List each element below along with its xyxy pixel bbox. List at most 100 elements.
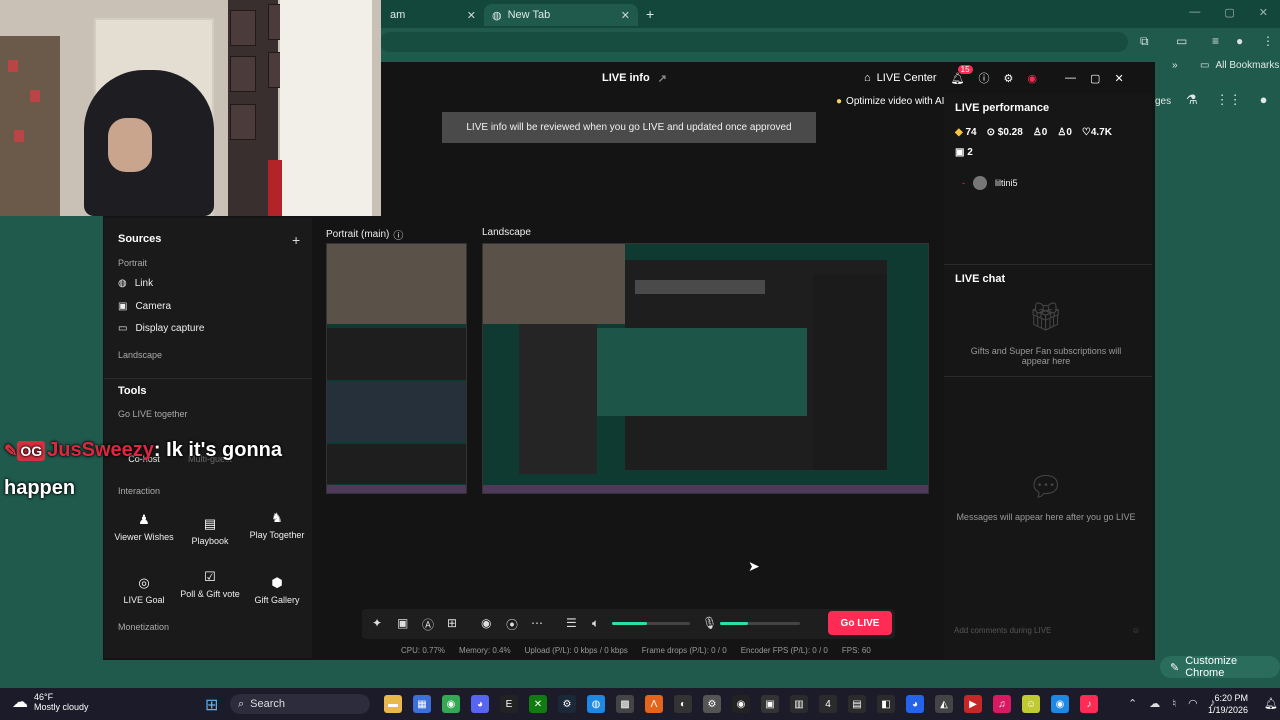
account-avatar[interactable]: ●: [1260, 92, 1268, 108]
landscape-preview[interactable]: [482, 243, 929, 494]
obs-icon[interactable]: ◉: [732, 695, 750, 713]
extensions-icon[interactable]: ⧉: [1140, 34, 1149, 49]
profile-icon[interactable]: ◉: [1027, 72, 1037, 85]
shortcut-label[interactable]: ges: [1155, 96, 1171, 107]
chrome-icon[interactable]: ◉: [1051, 695, 1069, 713]
edge-icon[interactable]: ◕: [906, 695, 924, 713]
play-together-tool[interactable]: ♞ Play Together: [245, 510, 309, 540]
optimize-video-button[interactable]: ● Optimize video with AI: [836, 96, 944, 107]
start-button-icon[interactable]: ⊞: [205, 695, 218, 715]
playbook-icon: ▤: [203, 516, 217, 531]
minimize-icon[interactable]: —: [1189, 6, 1200, 19]
viewer-row[interactable]: - liltini5: [962, 176, 1018, 190]
settings-icon[interactable]: ⚙: [1004, 72, 1014, 85]
wifi-icon[interactable]: ◠: [1188, 697, 1198, 710]
customize-chrome-button[interactable]: ✎ Customize Chrome: [1160, 655, 1280, 679]
earnings-value: $0.28: [997, 127, 1023, 138]
maximize-icon[interactable]: ▢: [1090, 72, 1100, 85]
add-source-icon[interactable]: +: [292, 232, 300, 248]
bookmarks-bar[interactable]: ▭ All Bookmarks: [1200, 60, 1279, 71]
epic-games-icon[interactable]: E: [500, 695, 518, 713]
more-icon[interactable]: ⋯: [531, 616, 543, 630]
cast-icon[interactable]: ▭: [1176, 34, 1187, 48]
emoji-icon[interactable]: ☺: [1132, 626, 1140, 642]
menu-icon[interactable]: ⋮: [1262, 34, 1274, 48]
notification-bell-icon[interactable]: 🔔︎ 15: [951, 64, 973, 85]
app-icon[interactable]: ▥: [790, 695, 808, 713]
xbox-icon[interactable]: ✕: [529, 695, 547, 713]
game-icon[interactable]: ▩: [616, 695, 634, 713]
taskbar-search[interactable]: ⌕ Search: [230, 694, 370, 714]
mic-tray-icon[interactable]: ♮: [1172, 697, 1176, 710]
info-icon[interactable]: ⓘ: [393, 227, 403, 242]
live-goal-tool[interactable]: ◎ LIVE Goal: [112, 575, 176, 605]
record-icon[interactable]: ◉: [481, 616, 491, 630]
app-icon[interactable]: ☺: [1022, 695, 1040, 713]
tab-close-icon[interactable]: ✕: [467, 9, 476, 22]
go-live-button[interactable]: Go LIVE: [828, 611, 892, 635]
network-icon[interactable]: ☁: [1149, 697, 1160, 710]
poll-gift-vote-tool[interactable]: ☑ Poll & Gift vote: [178, 569, 242, 599]
playbook-tool[interactable]: ▤ Playbook: [178, 516, 242, 546]
mic-slider[interactable]: [720, 622, 800, 625]
cpu-stat: CPU: 0.77%: [401, 646, 446, 655]
share-icon[interactable]: ↗: [658, 72, 667, 85]
steam-icon[interactable]: ⚙: [558, 695, 576, 713]
new-tab-icon[interactable]: +: [646, 6, 654, 22]
maximize-icon[interactable]: ▢: [1224, 6, 1234, 19]
ai-icon[interactable]: Ⓐ: [422, 616, 434, 633]
viewer-wishes-tool[interactable]: ♟ Viewer Wishes: [112, 512, 176, 542]
effects-icon[interactable]: ▣: [397, 616, 408, 630]
source-item-display-capture[interactable]: ▭ Display capture: [118, 323, 204, 334]
app-icon[interactable]: Λ: [645, 695, 663, 713]
app-icon[interactable]: ◐: [674, 695, 692, 713]
help-icon[interactable]: ⓘ: [979, 70, 990, 86]
temperature: 46°F: [34, 692, 54, 702]
taskbar-clock[interactable]: 6:20 PM 1/19/2026: [1208, 692, 1248, 716]
browser-tab-new-tab[interactable]: ◍ New Tab ✕: [484, 4, 638, 26]
speaker-icon[interactable]: 🔈︎: [592, 616, 599, 631]
volume-slider[interactable]: [612, 622, 690, 625]
file-explorer-icon[interactable]: ▬: [384, 695, 402, 713]
portrait-preview[interactable]: [326, 243, 467, 494]
music-icon[interactable]: ♫: [993, 695, 1011, 713]
app-icon[interactable]: ▶: [964, 695, 982, 713]
bookmarks-overflow-icon[interactable]: »: [1172, 60, 1178, 71]
apps-grid-icon[interactable]: ⋮⋮: [1216, 92, 1242, 108]
source-item-link[interactable]: ◍ Link: [118, 278, 153, 289]
discord-icon[interactable]: ◕: [471, 695, 489, 713]
tab-close-icon[interactable]: ✕: [621, 9, 630, 22]
microphone-icon[interactable]: 🎙︎: [702, 616, 717, 630]
nested-capture: [327, 444, 466, 484]
pause-icon[interactable]: ⦿: [506, 616, 518, 633]
app-icon[interactable]: 4: [819, 695, 837, 713]
app-icon[interactable]: ▤: [848, 695, 866, 713]
tiktok-icon[interactable]: ♪: [1080, 695, 1098, 713]
profile-avatar[interactable]: ●: [1236, 34, 1243, 48]
store-icon[interactable]: ▦: [413, 695, 431, 713]
tiktok-studio-icon[interactable]: ▣: [761, 695, 779, 713]
close-icon[interactable]: ✕: [1114, 72, 1123, 85]
magic-wand-icon[interactable]: ✦: [372, 616, 382, 630]
gift-gallery-tool[interactable]: ⬢ Gift Gallery: [245, 575, 309, 605]
og-badge: OG: [17, 440, 46, 461]
mixer-icon[interactable]: ☰: [566, 616, 577, 630]
app-icon[interactable]: ◧: [877, 695, 895, 713]
source-item-camera[interactable]: ▣ Camera: [118, 301, 171, 312]
settings-app-icon[interactable]: ⚙: [703, 695, 721, 713]
layout-icon[interactable]: ⊞: [447, 616, 457, 630]
close-icon[interactable]: ✕: [1259, 6, 1268, 19]
browser-icon[interactable]: ◍: [587, 695, 605, 713]
chrome-icon[interactable]: ◉: [442, 695, 460, 713]
address-bar[interactable]: [380, 32, 1128, 52]
browser-tab[interactable]: am ✕: [372, 4, 484, 26]
labs-icon[interactable]: ⚗: [1186, 92, 1198, 108]
chevron-up-icon[interactable]: ⌃: [1128, 697, 1137, 710]
media-icon[interactable]: ≡: [1212, 34, 1219, 48]
weather-widget[interactable]: ☁ 46°F Mostly cloudy: [12, 692, 89, 712]
app-icon[interactable]: ◭: [935, 695, 953, 713]
minimize-icon[interactable]: —: [1065, 72, 1076, 84]
comment-input[interactable]: Add comments during LIVE ☺: [954, 626, 1140, 642]
notification-center-icon[interactable]: 🔔︎: [1264, 697, 1278, 710]
live-center-button[interactable]: ⌂ LIVE Center: [864, 72, 937, 84]
